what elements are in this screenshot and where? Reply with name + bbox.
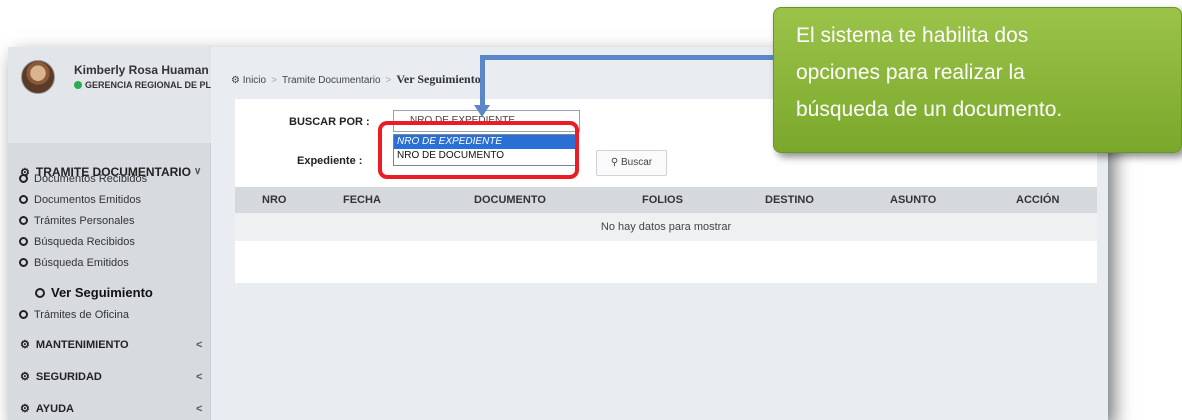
user-name: Kimberly Rosa Huaman Fe [74, 63, 211, 77]
tachometer-icon: ⚙ [20, 339, 30, 351]
table-empty-message: No hay datos para mostrar [235, 213, 1097, 241]
circle-icon [19, 237, 28, 246]
user-panel: Kimberly Rosa Huaman Fe GERENCIA REGIONA… [8, 47, 211, 143]
sidebar-item-label: Trámites de Oficina [34, 309, 129, 321]
column-header-fecha: FECHA [343, 194, 381, 206]
avatar[interactable] [21, 60, 55, 94]
sidebar-item-busqueda-emitidos[interactable]: Búsqueda Emitidos [8, 253, 211, 274]
annotation-highlight-box [378, 121, 579, 179]
callout-line: búsqueda de un documento. [796, 98, 1063, 121]
screenshot-stage: Kimberly Rosa Huaman Fe GERENCIA REGIONA… [0, 0, 1182, 420]
search-icon: ⚲ [610, 157, 619, 168]
sidebar: Kimberly Rosa Huaman Fe GERENCIA REGIONA… [8, 47, 211, 420]
breadcrumb-separator: > [271, 75, 277, 86]
sidebar-item-ver-seguimiento[interactable]: Ver Seguimiento [8, 282, 211, 303]
sidebar-item-label: Búsqueda Emitidos [34, 257, 129, 269]
expediente-label: Expediente : [297, 155, 363, 167]
search-button[interactable]: ⚲ Buscar [596, 150, 667, 176]
annotation-callout: El sistema te habilita dos opciones para… [773, 7, 1182, 153]
circle-icon [19, 174, 28, 183]
sidebar-item-label: Documentos Recibidos [34, 173, 148, 185]
sidebar-item-label: Ver Seguimiento [51, 285, 153, 300]
column-header-accion: ACCIÓN [1016, 194, 1060, 206]
column-header-documento: DOCUMENTO [474, 194, 546, 206]
section-label: MANTENIMIENTO [35, 339, 129, 351]
buscar-por-label: BUSCAR POR : [289, 116, 370, 128]
circle-icon [35, 288, 45, 298]
sidebar-item-documentos-recibidos[interactable]: Documentos Recibidos [8, 169, 211, 190]
chevron-left-icon: < [196, 403, 203, 415]
circle-icon [19, 195, 28, 204]
breadcrumb-parent[interactable]: Tramite Documentario [282, 75, 381, 86]
table-header: NRO FECHA DOCUMENTO FOLIOS DESTINO ASUNT… [235, 187, 1097, 213]
sidebar-item-tramites-oficina[interactable]: Trámites de Oficina [8, 305, 211, 326]
sidebar-item-label: Búsqueda Recibidos [34, 236, 135, 248]
annotation-arrow-line [480, 55, 775, 60]
sidebar-item-label: Trámites Personales [34, 215, 135, 227]
dashboard-icon: ⚙ [231, 75, 240, 86]
user-organization: GERENCIA REGIONAL DE PLANI [74, 80, 211, 90]
sidebar-item-busqueda-recibidos[interactable]: Búsqueda Recibidos [8, 232, 211, 253]
circle-icon [19, 258, 28, 267]
circle-icon [19, 310, 28, 319]
annotation-arrow-head [474, 105, 490, 117]
annotation-arrow-line [480, 55, 485, 109]
search-button-label: Buscar [620, 157, 653, 168]
org-label: GERENCIA REGIONAL DE PLANI [85, 80, 211, 90]
circle-icon [19, 216, 28, 225]
column-header-asunto: ASUNTO [890, 194, 937, 206]
sidebar-item-documentos-emitidos[interactable]: Documentos Emitidos [8, 190, 211, 211]
breadcrumb-separator: > [385, 75, 392, 86]
breadcrumb: ⚙ Inicio > Tramite Documentario > Ver Seguim… [231, 72, 481, 87]
tachometer-icon: ⚙ [20, 403, 30, 415]
breadcrumb-current: Ver Seguimiento [396, 72, 481, 86]
online-status-icon [74, 81, 82, 89]
callout-line: El sistema te habilita dos [796, 24, 1029, 47]
column-header-nro: NRO [262, 194, 287, 206]
section-label: AYUDA [35, 403, 74, 415]
sidebar-item-label: Documentos Emitidos [34, 194, 141, 206]
callout-line: opciones para realizar la [796, 61, 1025, 84]
sidebar-section-ayuda[interactable]: ⚙ AYUDA < [8, 390, 211, 420]
breadcrumb-home[interactable]: Inicio [243, 75, 266, 86]
column-header-folios: FOLIOS [642, 194, 683, 206]
sidebar-item-tramites-personales[interactable]: Trámites Personales [8, 211, 211, 232]
column-header-destino: DESTINO [765, 194, 814, 206]
tachometer-icon: ⚙ [20, 371, 30, 383]
section-label: SEGURIDAD [35, 371, 102, 383]
